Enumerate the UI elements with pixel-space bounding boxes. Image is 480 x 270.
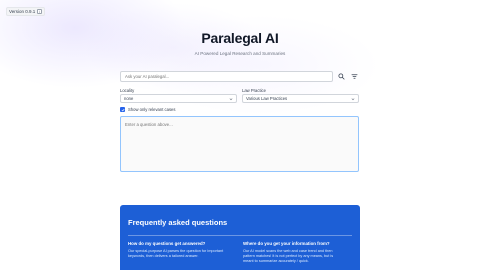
locality-value: none bbox=[124, 96, 134, 101]
relevant-cases-label: Show only relevant cases bbox=[128, 107, 176, 112]
filter-icon[interactable] bbox=[350, 72, 359, 81]
chevron-down-icon bbox=[351, 97, 355, 100]
check-icon bbox=[121, 108, 125, 111]
law-practice-label: Law Practice bbox=[242, 88, 266, 93]
locality-label: Locality bbox=[120, 88, 135, 93]
relevant-cases-checkbox[interactable] bbox=[120, 107, 125, 112]
page-header: Paralegal AI AI Powered Legal Research a… bbox=[0, 30, 480, 56]
version-label: Version 0.9.1 bbox=[9, 9, 36, 14]
faq-title: Frequently asked questions bbox=[128, 218, 228, 227]
question-details-textarea[interactable] bbox=[120, 116, 359, 172]
info-icon[interactable]: i bbox=[37, 9, 43, 14]
search-icon[interactable] bbox=[337, 72, 346, 81]
version-badge[interactable]: Version 0.9.1 i bbox=[6, 7, 46, 16]
relevant-cases-option[interactable]: Show only relevant cases bbox=[120, 107, 175, 112]
faq-answer: Our AI model scans the web and case tren… bbox=[243, 249, 351, 264]
faq-divider bbox=[128, 235, 352, 236]
search-bar bbox=[120, 71, 360, 82]
faq-answer-line: keywords, then delivers a tailored answe… bbox=[128, 254, 199, 258]
faq-section: Frequently asked questions How do my que… bbox=[120, 205, 360, 270]
law-practice-value: Various Law Practices bbox=[246, 96, 288, 101]
page-title: Paralegal AI bbox=[201, 30, 279, 46]
law-practice-select[interactable]: Various Law Practices bbox=[242, 94, 359, 103]
page-subtitle: AI Powered Legal Research and Summaries bbox=[194, 51, 286, 56]
faq-question: How do my questions get answered? bbox=[128, 241, 206, 246]
chevron-down-icon bbox=[229, 97, 233, 100]
faq-question: Where do you get your information from? bbox=[243, 241, 330, 246]
faq-answer: Our special-purpose AI parses the questi… bbox=[128, 249, 236, 259]
faq-answer-line: meant to summarize accurately / quick. bbox=[243, 259, 309, 263]
locality-select[interactable]: none bbox=[120, 94, 237, 103]
search-input[interactable] bbox=[120, 71, 333, 82]
